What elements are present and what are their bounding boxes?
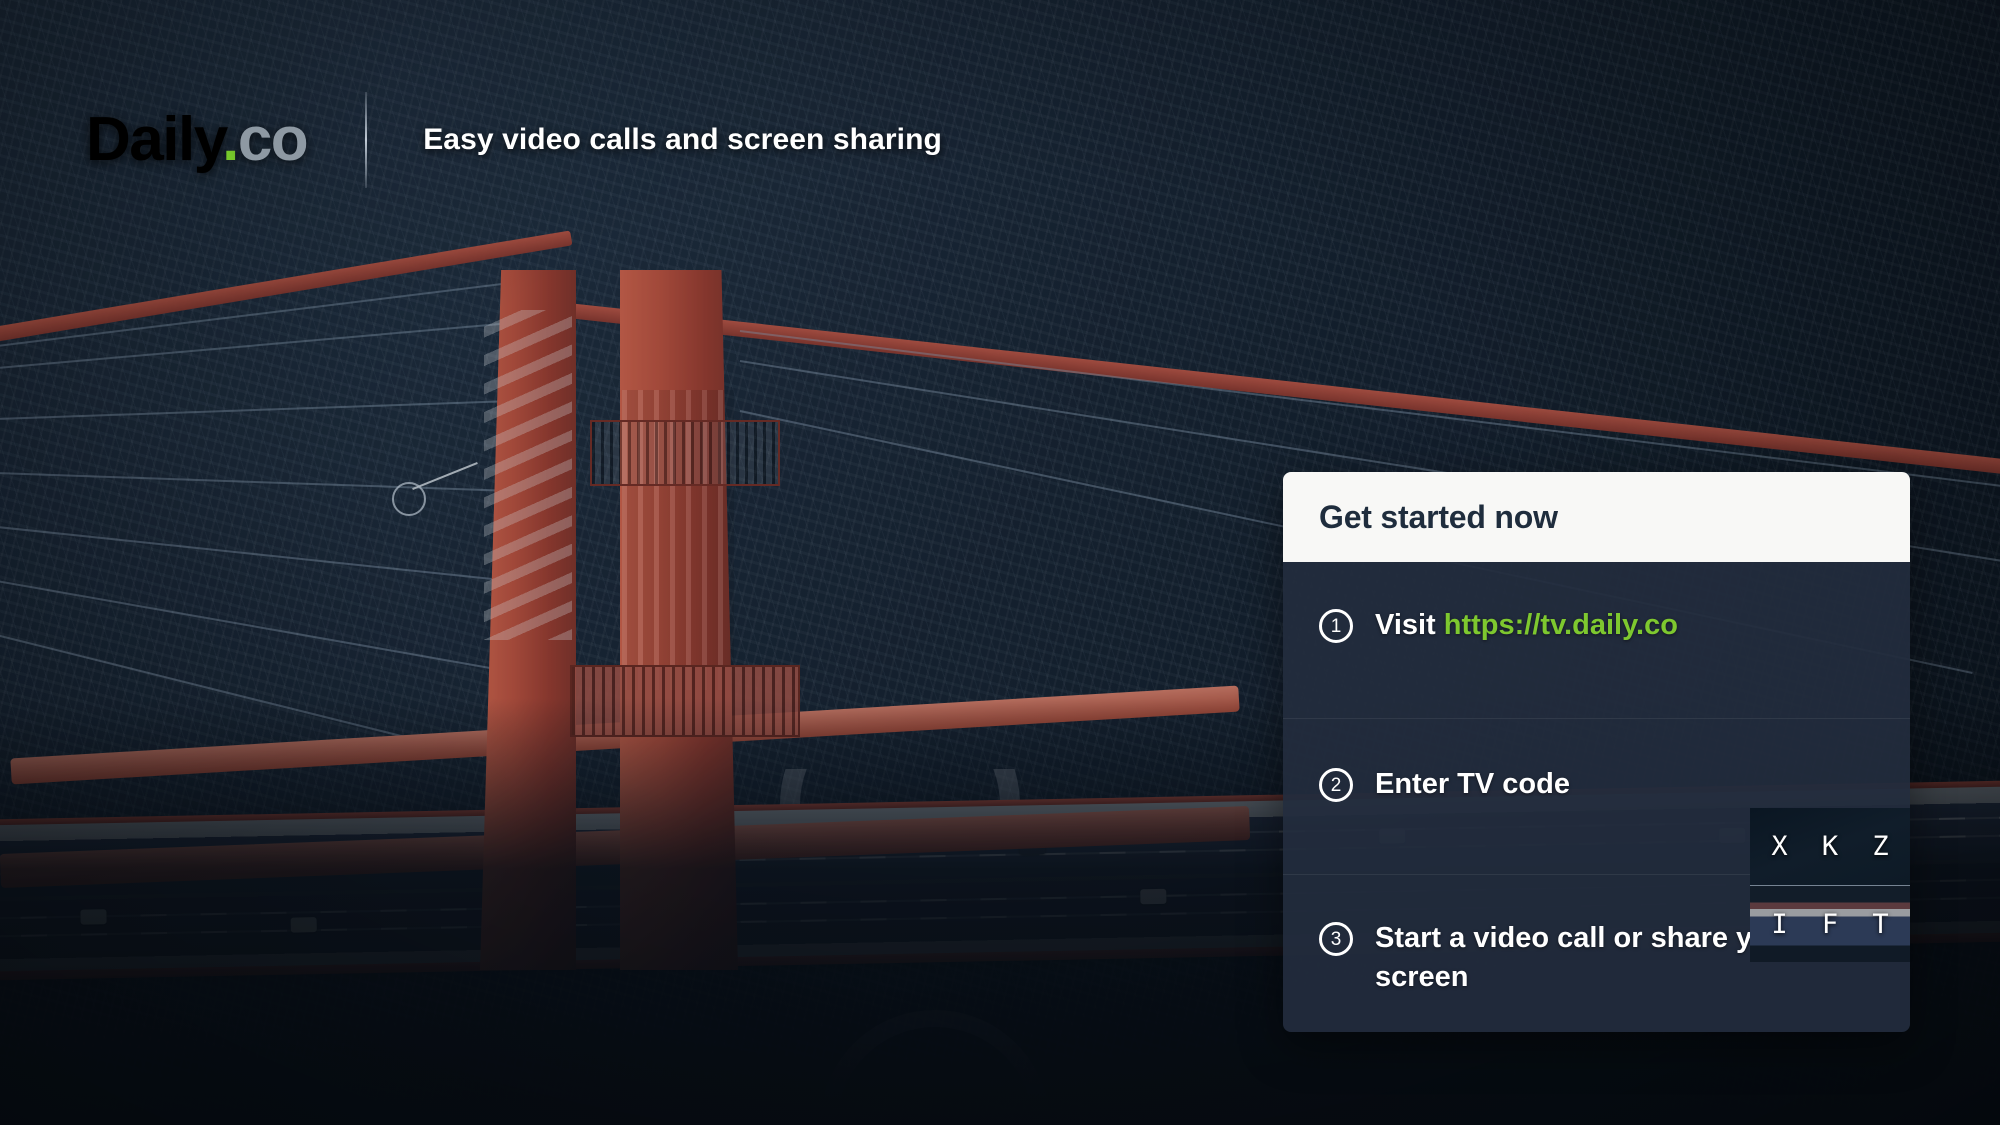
header: Daily.co Easy video calls and screen sha… bbox=[86, 92, 942, 188]
step-2-text: Enter TV code bbox=[1375, 768, 1570, 800]
tv-code-row-2: I F T bbox=[1750, 885, 1910, 962]
logo-dot: . bbox=[222, 105, 239, 174]
tv-landing-screen: Daily.co Easy video calls and screen sha… bbox=[0, 0, 2000, 1125]
header-divider bbox=[365, 92, 368, 188]
daily-logo: Daily.co bbox=[86, 109, 309, 171]
step-number-badge: 3 bbox=[1319, 922, 1353, 956]
card-body: 1 Visit https://tv.daily.co 2 Enter TV c… bbox=[1283, 562, 1910, 1032]
logo-text-daily: Daily bbox=[86, 105, 224, 174]
card-title: Get started now bbox=[1319, 498, 1558, 535]
tv-code-row-2-characters: I F T bbox=[1771, 908, 1898, 940]
step-1-visit-url: 1 Visit https://tv.daily.co bbox=[1283, 562, 1910, 718]
logo-text-co: co bbox=[237, 105, 309, 174]
tv-code-row-1: X K Z bbox=[1750, 808, 1910, 885]
tagline: Easy video calls and screen sharing bbox=[423, 123, 942, 156]
step-1-text: Visit https://tv.daily.co bbox=[1375, 606, 1678, 645]
get-started-card: Get started now 1 Visit https://tv.daily… bbox=[1283, 472, 1910, 1032]
step-number-badge: 2 bbox=[1319, 768, 1353, 802]
tv-code-row-1-characters: X K Z bbox=[1771, 831, 1898, 862]
step-number-badge: 1 bbox=[1319, 609, 1353, 643]
tv-daily-url[interactable]: https://tv.daily.co bbox=[1444, 609, 1678, 641]
step-1-prefix: Visit bbox=[1375, 609, 1444, 641]
card-header: Get started now bbox=[1283, 472, 1910, 562]
tv-code-display: X K Z I F T bbox=[1750, 808, 1910, 962]
